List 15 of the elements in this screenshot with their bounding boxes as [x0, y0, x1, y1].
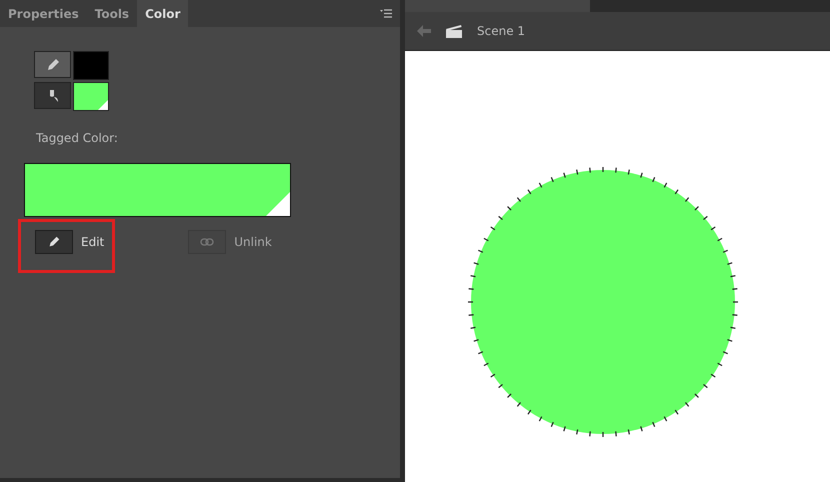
edit-label[interactable]: Edit [81, 235, 104, 249]
scene-label[interactable]: Scene 1 [477, 24, 526, 38]
pencil-icon [47, 235, 61, 249]
panel-menu-icon[interactable] [380, 9, 392, 18]
panel-tab[interactable]: Properties [0, 0, 87, 27]
stroke-color-button[interactable] [34, 51, 71, 78]
stroke-color-swatch[interactable] [73, 51, 109, 80]
panel-tab[interactable]: Color [137, 0, 188, 27]
edit-icon-button[interactable] [35, 230, 73, 254]
tagged-color-label: Tagged Color: [36, 131, 119, 145]
fill-color-swatch[interactable] [73, 82, 109, 111]
clapperboard-icon [445, 24, 463, 38]
fill-color-button[interactable] [34, 82, 71, 109]
chain-link-icon [200, 237, 214, 247]
panel-tab[interactable]: Tools [86, 0, 138, 27]
